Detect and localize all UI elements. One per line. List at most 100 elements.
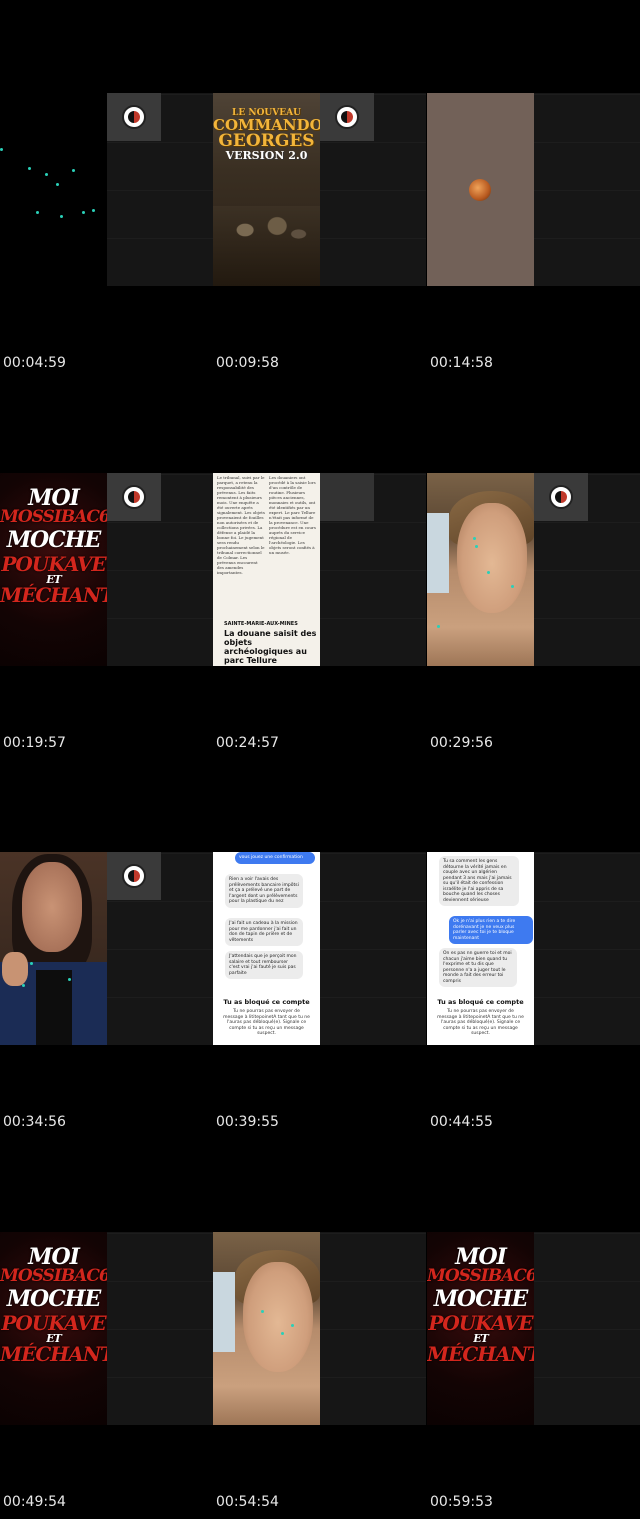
poster-line: MOCHE <box>433 1286 529 1312</box>
thumbnail-7[interactable]: 00:34:56 <box>0 759 213 1139</box>
red-poster: MOI MOSSIBAC68 MOCHE POUKAVE ET MÉCHANT <box>0 473 107 666</box>
poster-line: MÉCHANT <box>0 1342 107 1366</box>
face <box>22 862 82 952</box>
chat-screenshot: Tu sa comment les gens détourne la vérit… <box>427 852 534 1045</box>
newspaper-clip: Le tribunal, suivi par le parquet, a ret… <box>213 473 320 666</box>
window-background <box>213 1272 235 1352</box>
news-kicker: SAINTE-MARIE-AUX-MINES <box>224 621 298 627</box>
poster-line: MOI <box>455 1244 507 1270</box>
channel-avatar <box>107 473 161 521</box>
woman-face-photo <box>427 473 534 666</box>
window-background <box>427 513 449 593</box>
thumbnail-frame: Le tribunal, suivi par le parquet, a ret… <box>213 473 426 666</box>
poster-line: MOSSIBAC68 <box>427 1266 534 1286</box>
channel-avatar <box>107 852 161 900</box>
coin-icon <box>469 179 491 201</box>
channel-avatar <box>534 473 588 521</box>
timestamp: 00:29:56 <box>430 735 493 751</box>
red-poster: MOI MOSSIBAC68 MOCHE POUKAVE ET MÉCHANT <box>427 1232 534 1425</box>
poster-line: POUKAVE <box>1 1311 106 1335</box>
timestamp: 00:04:59 <box>3 355 66 371</box>
thumbnail-frame: MOI MOSSIBAC68 MOCHE POUKAVE ET MÉCHANT <box>0 1232 213 1425</box>
poster-line: MOCHE <box>6 527 102 553</box>
commando-poster: LE NOUVEAU COMMANDO GEORGES VERSION 2.0 <box>213 93 320 286</box>
blocked-title: Tu as bloqué ce compte <box>223 998 310 1006</box>
poster-line: MÉCHANT <box>0 583 107 607</box>
poster-line: MOSSIBAC68 <box>0 1266 107 1286</box>
thumbnail-11[interactable]: 00:54:54 <box>213 1139 426 1519</box>
thumbnail-10[interactable]: MOI MOSSIBAC68 MOCHE POUKAVE ET MÉCHANT … <box>0 1139 213 1519</box>
poster-line: VERSION 2.0 <box>225 149 308 162</box>
blank-panel <box>534 852 640 1045</box>
chat-bubble: vous jouez une confirmation <box>235 852 315 864</box>
shirt <box>36 970 72 1045</box>
blocked-title: Tu as bloqué ce compte <box>437 998 524 1006</box>
antifa-logo-icon <box>122 864 146 888</box>
antifa-logo-icon <box>335 105 359 129</box>
poster-line: MOI <box>28 1244 80 1270</box>
poster-line: MOCHE <box>6 1286 102 1312</box>
thumbnail-3[interactable]: 00:14:58 <box>427 0 640 380</box>
timestamp: 00:44:55 <box>430 1114 493 1130</box>
blank-panel <box>534 93 640 286</box>
timestamp: 00:59:53 <box>430 1494 493 1510</box>
thumbnail-2[interactable]: LE NOUVEAU COMMANDO GEORGES VERSION 2.0 … <box>213 0 426 380</box>
thumbnail-8[interactable]: vous jouez une confirmation Rien a voir … <box>213 759 426 1139</box>
poster-line: MÉCHANT <box>427 1342 534 1366</box>
timestamp: 00:49:54 <box>3 1494 66 1510</box>
thumbnail-9[interactable]: Tu sa comment les gens détourne la vérit… <box>427 759 640 1139</box>
thumbnail-frame: vous jouez une confirmation Rien a voir … <box>213 852 426 1045</box>
chat-bubble: Ok je n'ai plus rien a te dire dorénavan… <box>449 916 533 944</box>
thumbnail-4[interactable]: MOI MOSSIBAC68 MOCHE POUKAVE ET MÉCHANT … <box>0 380 213 760</box>
thumbnail-frame <box>427 473 640 666</box>
thumbs-down-icon <box>2 952 28 986</box>
woman-face-photo <box>213 1232 320 1425</box>
chat-bubble: On es pas nn guerre toi et moi chacun j'… <box>439 948 517 987</box>
blocked-text: Tu ne pourras pas envoyer de message à l… <box>223 1009 310 1036</box>
channel-avatar <box>320 93 374 141</box>
thumbnail-frame: MOI MOSSIBAC68 MOCHE POUKAVE ET MÉCHANT <box>0 473 213 666</box>
timestamp: 00:09:58 <box>216 355 279 371</box>
antifa-logo-icon <box>549 485 573 509</box>
thumbnail-frame: LE NOUVEAU COMMANDO GEORGES VERSION 2.0 <box>213 93 426 286</box>
blank-panel <box>534 1232 640 1425</box>
timestamp: 00:34:56 <box>3 1114 66 1130</box>
thumbnail-12[interactable]: MOI MOSSIBAC68 MOCHE POUKAVE ET MÉCHANT … <box>427 1139 640 1519</box>
timestamp: 00:54:54 <box>216 1494 279 1510</box>
poster-line: MOSSIBAC68 <box>0 507 107 527</box>
timestamp: 00:24:57 <box>216 735 279 751</box>
poster-line: POUKAVE <box>428 1311 533 1335</box>
face <box>243 1262 313 1372</box>
thumbnail-frame <box>213 1232 426 1425</box>
chat-bubble: J'ai fait un cadeau à la mission pour me… <box>225 918 303 946</box>
chat-bubble: Rien a voir l'avais des prélèvements ban… <box>225 874 303 908</box>
red-poster: MOI MOSSIBAC68 MOCHE POUKAVE ET MÉCHANT <box>0 1232 107 1425</box>
chat-bubble: J'attendais que je perçoit mon salaire e… <box>225 951 303 979</box>
poster-line: POUKAVE <box>1 552 106 576</box>
soldiers-illustration <box>213 206 320 286</box>
news-column: Le tribunal, suivi par le parquet, a ret… <box>217 475 265 575</box>
thumbnail-5[interactable]: Le tribunal, suivi par le parquet, a ret… <box>213 380 426 760</box>
antifa-logo-icon <box>122 485 146 509</box>
face <box>457 503 527 613</box>
thumbnail-1[interactable]: 00:04:59 <box>0 0 213 380</box>
blank-panel <box>320 852 426 1045</box>
thumbnail-frame: MOI MOSSIBAC68 MOCHE POUKAVE ET MÉCHANT <box>427 1232 640 1425</box>
poster-line: MOI <box>28 485 80 511</box>
blank-panel <box>107 1232 213 1425</box>
chat-screenshot: vous jouez une confirmation Rien a voir … <box>213 852 320 1045</box>
thumbnail-6[interactable]: 00:29:56 <box>427 380 640 760</box>
channel-avatar <box>320 473 374 521</box>
thumbnail-frame <box>427 93 640 286</box>
blank-panel <box>320 1232 426 1425</box>
timestamp: 00:19:57 <box>3 735 66 751</box>
channel-avatar <box>107 93 161 141</box>
thumbnail-frame: Tu sa comment les gens détourne la vérit… <box>427 852 640 1045</box>
news-column: Les douaniers ont procédé à la saisie lo… <box>269 475 316 555</box>
news-headline: La douane saisit des objets archéologiqu… <box>224 629 317 665</box>
thumbnail-frame <box>0 93 213 286</box>
blocked-text: Tu ne pourras pas envoyer de message à l… <box>437 1009 524 1036</box>
woman-thumbs-down-photo <box>0 852 107 1045</box>
thumbnail-frame <box>0 852 213 1045</box>
timestamp: 00:39:55 <box>216 1114 279 1130</box>
